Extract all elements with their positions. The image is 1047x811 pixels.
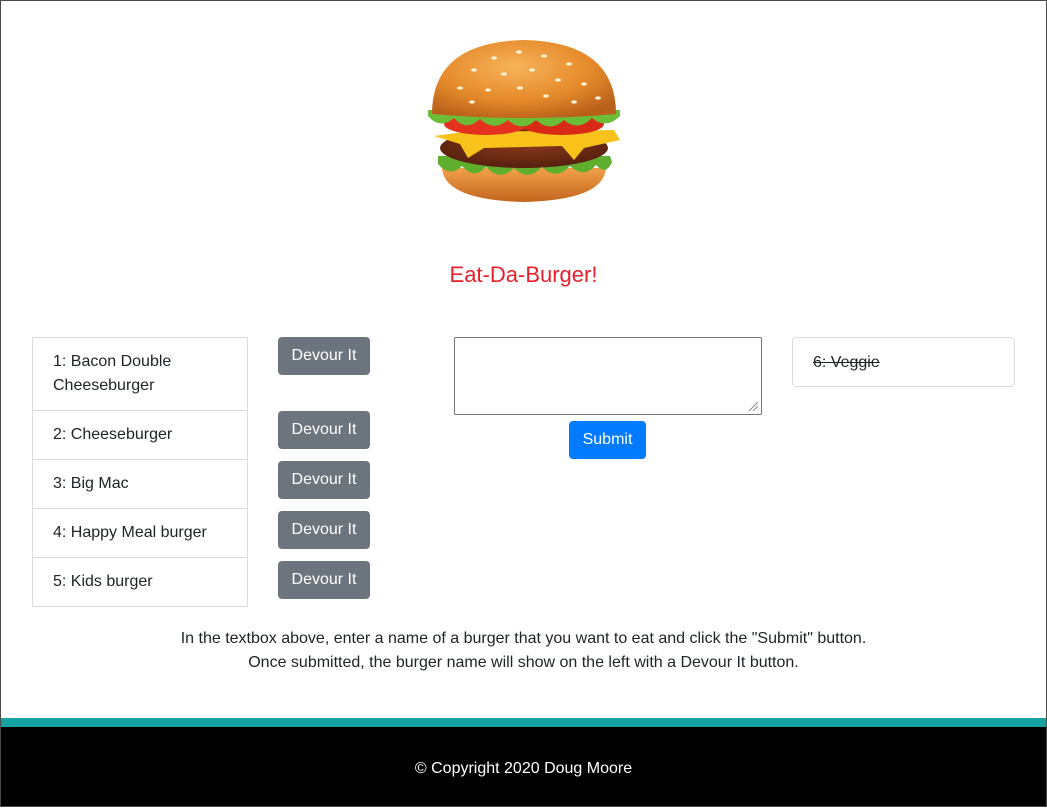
- burger-list-item: 2: Cheeseburger: [32, 410, 248, 460]
- burger-list-item: 3: Big Mac: [32, 459, 248, 509]
- devour-button[interactable]: Devour It: [278, 337, 370, 375]
- devour-button[interactable]: Devour It: [278, 511, 370, 549]
- instructions-line: In the textbox above, enter a name of a …: [180, 630, 867, 647]
- resize-handle-icon[interactable]: [748, 401, 759, 412]
- devour-button[interactable]: Devour It: [278, 561, 370, 599]
- page-title: Eat-Da-Burger!: [449, 262, 598, 287]
- footer: © Copyright 2020 Doug Moore: [0, 727, 1047, 807]
- burger-list-item: 1: Bacon Double Cheeseburger: [32, 337, 248, 411]
- devour-button[interactable]: Devour It: [278, 461, 370, 499]
- footer-stripe: [0, 718, 1047, 727]
- burger-list: 1: Bacon Double Cheeseburger 2: Cheesebu…: [32, 337, 248, 607]
- copyright-text: © Copyright 2020 Doug Moore: [414, 760, 633, 777]
- burger-name-input[interactable]: [454, 337, 762, 415]
- instructions: In the textbox above, enter a name of a …: [0, 627, 1047, 675]
- burger-list-item: 4: Happy Meal burger: [32, 508, 248, 558]
- burger-list-item: 5: Kids burger: [32, 557, 248, 607]
- devour-button[interactable]: Devour It: [278, 411, 370, 449]
- submit-button[interactable]: Submit: [569, 421, 646, 459]
- instructions-line: Once submitted, the burger name will sho…: [248, 654, 799, 671]
- hamburger-icon: [428, 40, 620, 202]
- devoured-burger-item: 6: Veggie: [792, 337, 1015, 387]
